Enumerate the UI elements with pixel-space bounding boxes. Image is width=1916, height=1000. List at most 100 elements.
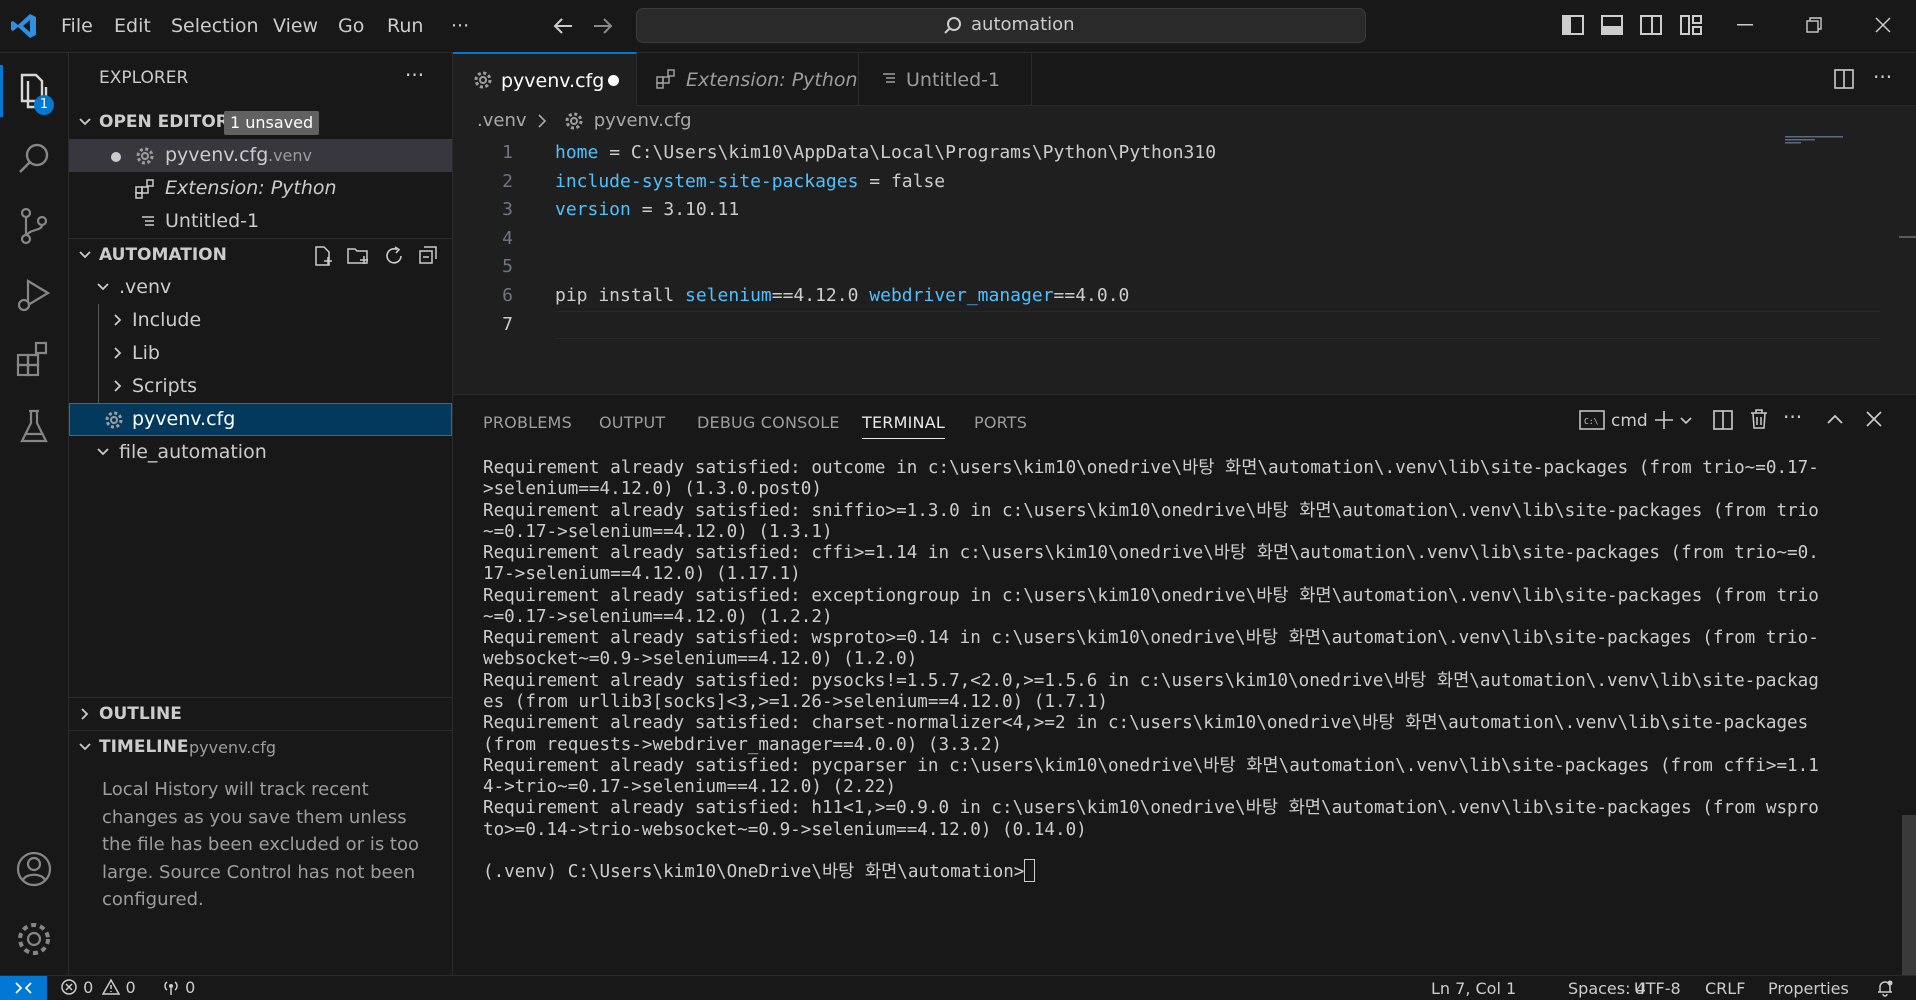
error-icon bbox=[60, 978, 78, 996]
search-text: automation bbox=[971, 14, 1075, 35]
tree-item-label: pyvenv.cfg bbox=[132, 408, 236, 430]
panel-tab-debug-console[interactable]: DEBUG CONSOLE bbox=[697, 413, 840, 432]
unsaved-dot-icon[interactable] bbox=[111, 152, 121, 162]
tree-item-venv[interactable]: .venv bbox=[69, 271, 452, 304]
ports-status[interactable]: 0 bbox=[162, 978, 195, 997]
terminal-output[interactable]: Requirement already satisfied: outcome i… bbox=[453, 455, 1916, 975]
minimap[interactable] bbox=[1785, 136, 1843, 146]
open-editors-header[interactable]: OPEN EDITORS 1 unsaved bbox=[69, 106, 452, 139]
encoding[interactable]: UTF-8 bbox=[1634, 979, 1681, 998]
language-mode[interactable]: Properties bbox=[1768, 979, 1849, 998]
tree-item-lib[interactable]: Lib bbox=[69, 337, 452, 370]
sidebar-title: EXPLORER bbox=[99, 68, 189, 88]
line-ending[interactable]: CRLF bbox=[1705, 979, 1745, 998]
tree-item-pyvenv-cfg[interactable]: pyvenv.cfg bbox=[69, 403, 452, 436]
terminal-name[interactable]: cmd bbox=[1611, 411, 1648, 431]
split-terminal-icon[interactable] bbox=[1712, 409, 1734, 431]
explorer-more-button[interactable]: ··· bbox=[405, 63, 424, 87]
panel-tab-output[interactable]: OUTPUT bbox=[599, 413, 665, 432]
tree-item-file-automation[interactable]: file_automation bbox=[69, 436, 452, 469]
panel-more-button[interactable]: ··· bbox=[1783, 405, 1802, 429]
tab-extension-python[interactable]: Extension: Python bbox=[636, 53, 859, 105]
prompt-text: (.venv) C:\Users\kim10\OneDrive\바탕 화면\au… bbox=[483, 862, 1025, 883]
tab-pyvenv-cfg[interactable]: pyvenv.cfg bbox=[453, 52, 637, 106]
remote-indicator[interactable] bbox=[0, 976, 47, 1000]
chevron-down-icon[interactable] bbox=[1679, 409, 1693, 431]
forward-arrow-icon[interactable] bbox=[592, 16, 614, 36]
trash-icon[interactable] bbox=[1749, 408, 1769, 430]
tree-item-scripts[interactable]: Scripts bbox=[69, 370, 452, 403]
search-view-icon[interactable] bbox=[10, 135, 58, 183]
source-control-icon[interactable] bbox=[10, 201, 58, 249]
toggle-secondary-sidebar-icon[interactable] bbox=[1640, 15, 1662, 35]
code-line[interactable]: version = 3.10.11 bbox=[555, 199, 739, 220]
command-center-search[interactable]: automation bbox=[636, 8, 1366, 43]
explorer-icon[interactable]: 1 bbox=[10, 67, 58, 115]
manage-gear-icon[interactable] bbox=[10, 915, 58, 963]
terminal-cursor bbox=[1024, 859, 1036, 883]
customize-layout-icon[interactable] bbox=[1680, 15, 1702, 35]
menu-selection[interactable]: Selection bbox=[171, 0, 259, 52]
new-file-icon[interactable] bbox=[312, 245, 334, 267]
new-terminal-icon[interactable] bbox=[1653, 409, 1675, 431]
timeline-label: TIMELINE bbox=[99, 737, 189, 757]
menu-edit[interactable]: Edit bbox=[114, 0, 151, 52]
panel-tab-terminal[interactable]: TERMINAL bbox=[862, 413, 945, 439]
code-line[interactable]: home = C:\Users\kim10\AppData\Local\Prog… bbox=[555, 142, 1216, 163]
open-editor-pyvenv[interactable]: pyvenv.cfg .venv bbox=[69, 139, 452, 172]
chevron-right-icon bbox=[110, 370, 126, 403]
timeline-message-line: changes as you save them unless bbox=[102, 806, 407, 828]
accounts-icon[interactable] bbox=[10, 845, 58, 893]
code-package: selenium bbox=[685, 285, 772, 306]
unsaved-dot-icon[interactable] bbox=[608, 75, 619, 86]
toggle-panel-icon[interactable] bbox=[1601, 15, 1623, 35]
code-editor[interactable]: .venv pyvenv.cfg 1 home = C:\Users\kim10… bbox=[453, 106, 1916, 394]
current-line-highlight bbox=[555, 311, 1880, 339]
split-editor-icon[interactable] bbox=[1833, 68, 1855, 90]
folder-header[interactable]: AUTOMATION bbox=[69, 238, 452, 272]
terminal-scrollbar[interactable] bbox=[1902, 815, 1916, 976]
panel-tab-ports[interactable]: PORTS bbox=[974, 413, 1027, 432]
breadcrumb-file[interactable]: pyvenv.cfg bbox=[594, 110, 692, 131]
code-key: version bbox=[555, 199, 631, 221]
lines-file-icon bbox=[141, 215, 155, 229]
svg-text:C:\: C:\ bbox=[1584, 417, 1599, 426]
extensions-icon[interactable] bbox=[10, 335, 58, 383]
menu-go[interactable]: Go bbox=[338, 0, 364, 52]
folder-label: AUTOMATION bbox=[99, 245, 227, 265]
run-debug-icon[interactable] bbox=[10, 271, 58, 319]
panel-tab-problems[interactable]: PROBLEMS bbox=[483, 413, 572, 432]
open-editor-extension-python[interactable]: Extension: Python bbox=[69, 172, 452, 205]
tab-untitled-1[interactable]: Untitled-1 bbox=[858, 53, 1032, 105]
menu-more[interactable]: ··· bbox=[451, 0, 469, 52]
timeline-header[interactable]: TIMELINE pyvenv.cfg bbox=[69, 730, 452, 764]
tree-item-include[interactable]: Include bbox=[69, 304, 452, 337]
collapse-all-icon[interactable] bbox=[417, 245, 439, 267]
close-panel-icon[interactable] bbox=[1865, 410, 1883, 428]
close-window-icon[interactable] bbox=[1875, 17, 1891, 33]
menu-run[interactable]: Run bbox=[387, 0, 423, 52]
cursor-position[interactable]: Ln 7, Col 1 bbox=[1431, 979, 1516, 998]
testing-icon[interactable] bbox=[10, 403, 58, 451]
code-package: webdriver_manager bbox=[869, 285, 1054, 306]
open-editor-untitled[interactable]: Untitled-1 bbox=[69, 205, 452, 238]
maximize-panel-icon[interactable] bbox=[1825, 409, 1845, 431]
menu-file[interactable]: File bbox=[61, 0, 93, 52]
new-folder-icon[interactable] bbox=[346, 245, 370, 267]
editor-more-button[interactable]: ··· bbox=[1873, 65, 1892, 89]
line-number: 5 bbox=[502, 256, 513, 278]
menu-view[interactable]: View bbox=[273, 0, 318, 52]
notifications-bell-icon[interactable] bbox=[1876, 979, 1894, 997]
minimize-icon[interactable] bbox=[1737, 24, 1753, 26]
warning-count: 0 bbox=[125, 978, 136, 997]
breadcrumb-folder[interactable]: .venv bbox=[477, 110, 527, 131]
code-line[interactable]: pip install selenium==4.12.0 webdriver_m… bbox=[555, 285, 1129, 306]
back-arrow-icon[interactable] bbox=[552, 16, 574, 36]
toggle-primary-sidebar-icon[interactable] bbox=[1562, 15, 1584, 35]
restore-icon[interactable] bbox=[1806, 17, 1822, 33]
problems-status[interactable]: 0 0 bbox=[60, 978, 136, 997]
refresh-icon[interactable] bbox=[383, 245, 405, 267]
outline-header[interactable]: OUTLINE bbox=[69, 697, 452, 731]
code-line[interactable]: include-system-site-packages = false bbox=[555, 171, 945, 192]
code-value: = C:\Users\kim10\AppData\Local\Programs\… bbox=[598, 142, 1217, 163]
